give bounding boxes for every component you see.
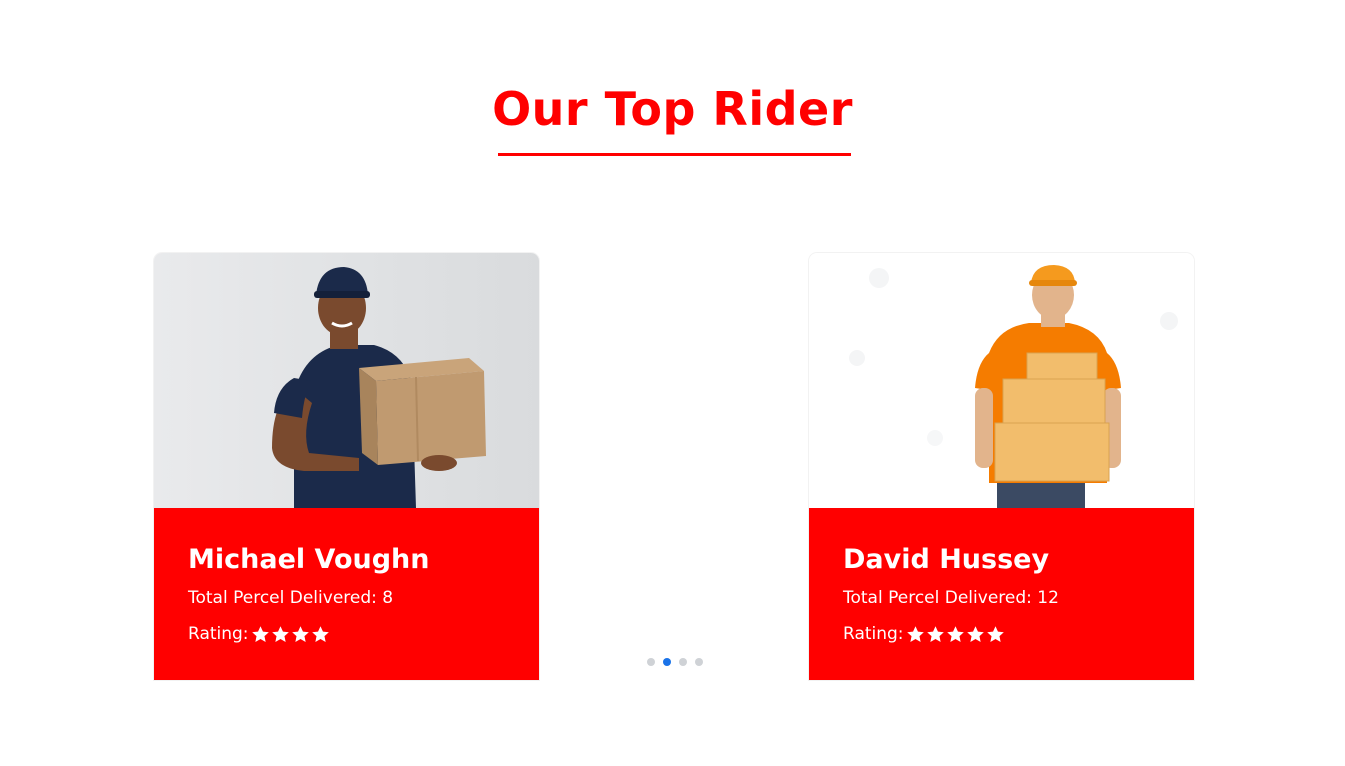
- rider-rating: Rating:: [843, 624, 1006, 644]
- rider-info-panel: David Hussey Total Percel Delivered: 12 …: [809, 508, 1194, 680]
- rider-delivered-count: Total Percel Delivered: 12: [843, 588, 1059, 608]
- rider-rating: Rating:: [188, 624, 331, 644]
- carousel-dot[interactable]: [679, 658, 687, 666]
- rating-stars: [906, 625, 1006, 644]
- star-icon: [291, 625, 309, 642]
- star-icon: [906, 625, 924, 642]
- star-icon: [966, 625, 984, 642]
- star-icon: [926, 625, 944, 642]
- star-icon: [311, 625, 329, 642]
- star-icon: [946, 625, 964, 642]
- carousel-dot[interactable]: [695, 658, 703, 666]
- star-icon: [271, 625, 289, 642]
- title-underline: [498, 153, 851, 156]
- section-title: Our Top Rider: [492, 82, 853, 136]
- rating-label: Rating:: [188, 624, 249, 644]
- rider-photo: [154, 253, 539, 508]
- rating-label: Rating:: [843, 624, 904, 644]
- star-icon: [986, 625, 1004, 642]
- carousel-pagination: [647, 658, 711, 666]
- rider-card: Michael Voughn Total Percel Delivered: 8…: [154, 253, 539, 680]
- rider-delivered-count: Total Percel Delivered: 8: [188, 588, 394, 608]
- rider-photo: [809, 253, 1194, 508]
- carousel-dot[interactable]: [663, 658, 671, 666]
- carousel-dot[interactable]: [647, 658, 655, 666]
- star-icon: [251, 625, 269, 642]
- rider-card: David Hussey Total Percel Delivered: 12 …: [809, 253, 1194, 680]
- rider-name: David Hussey: [843, 544, 1050, 575]
- rider-info-panel: Michael Voughn Total Percel Delivered: 8…: [154, 508, 539, 680]
- rider-name: Michael Voughn: [188, 544, 430, 575]
- rating-stars: [251, 625, 331, 644]
